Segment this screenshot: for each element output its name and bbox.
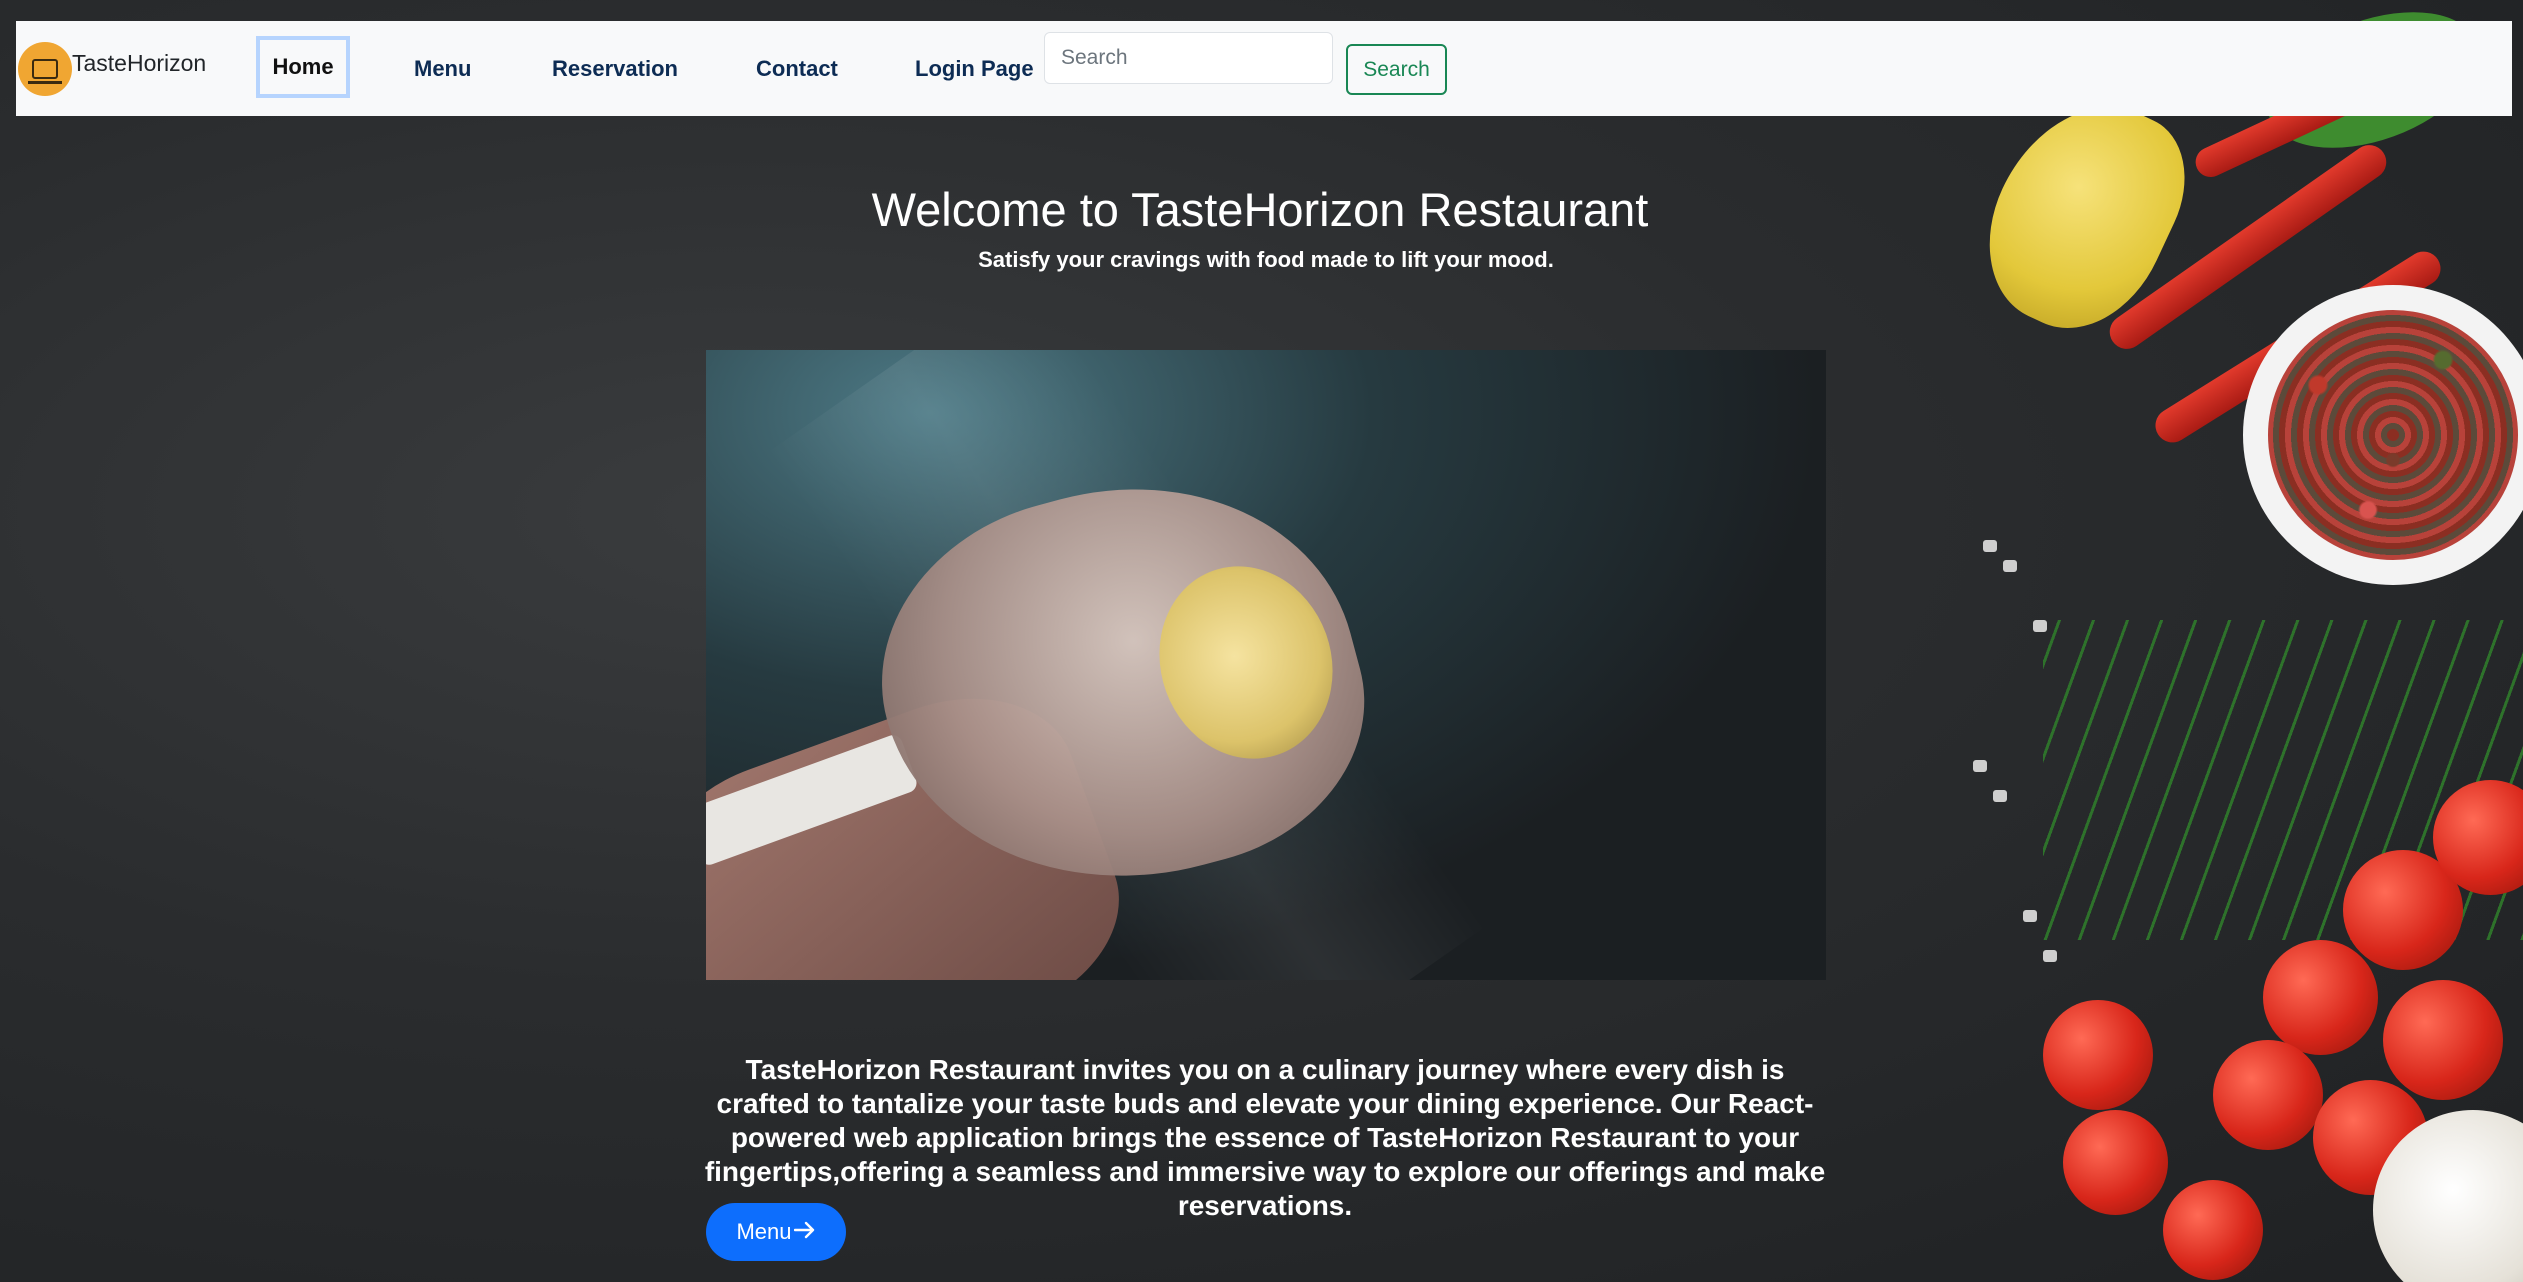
nav-link-reservation[interactable]: Reservation xyxy=(552,21,678,116)
navbar: TasteHorizon Home Menu Reservation Conta… xyxy=(16,21,2512,116)
arrow-right-icon xyxy=(793,1219,816,1245)
hero-image xyxy=(706,350,1826,980)
page-subtitle: Satisfy your cravings with food made to … xyxy=(978,247,1554,272)
menu-button-label: Menu xyxy=(736,1219,792,1244)
search-button[interactable]: Search xyxy=(1346,44,1447,95)
nav-link-menu[interactable]: Menu xyxy=(414,21,471,116)
brand-logo-icon[interactable] xyxy=(18,42,72,96)
nav-link-login-page[interactable]: Login Page xyxy=(915,21,1034,116)
page-title-wrap: Welcome to TasteHorizon Restaurant xyxy=(0,182,2523,237)
description-text: TasteHorizon Restaurant invites you on a… xyxy=(704,1054,1826,1221)
nav-link-home[interactable]: Home xyxy=(256,36,350,98)
menu-button[interactable]: Menu xyxy=(706,1203,846,1261)
brand-name[interactable]: TasteHorizon xyxy=(72,50,206,77)
nav-link-contact[interactable]: Contact xyxy=(756,21,838,116)
page-title: Welcome to TasteHorizon Restaurant xyxy=(871,183,1649,236)
search-input[interactable] xyxy=(1044,32,1333,84)
